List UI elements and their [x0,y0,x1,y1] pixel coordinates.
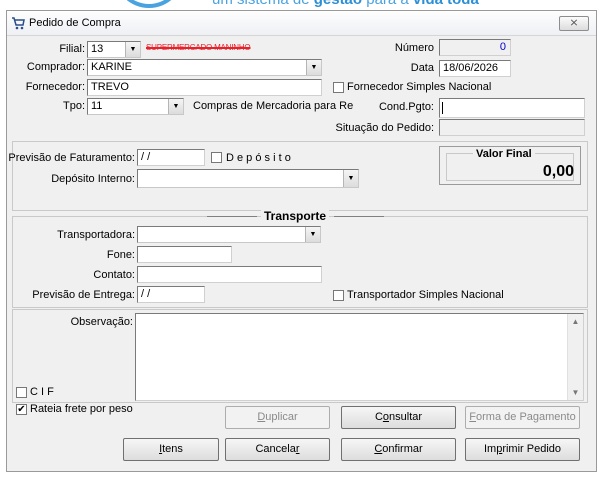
deposito-checkbox[interactable] [211,152,222,163]
title-bar: Pedido de Compra ⨯ [7,11,596,36]
transporte-rule-right [334,216,384,217]
situacao-field [439,119,585,136]
tpo-label: Tpo: [62,100,85,112]
logo-arc [114,0,184,8]
chevron-down-icon: ▼ [343,170,358,187]
previsao-faturamento-field[interactable]: / / [137,149,205,166]
close-icon: ⨯ [569,17,579,29]
filial-select[interactable]: 13 ▼ [87,41,141,58]
fone-field[interactable] [137,246,232,263]
cif-label: C I F [30,386,54,398]
deposito-interno-select[interactable]: ▼ [137,169,359,188]
fornecedor-simples-label: Fornecedor Simples Nacional [347,81,492,93]
contato-field[interactable] [137,266,322,283]
deposito-interno-label: Depósito Interno: [51,173,135,185]
cart-icon [12,17,25,30]
cif-checkbox[interactable] [16,387,27,398]
transportador-simples-checkbox[interactable] [333,290,344,301]
observacao-textarea[interactable]: ▲ ▼ [135,313,584,401]
cond-pgto-label: Cond.Pgto: [378,101,434,113]
cond-pgto-field[interactable] [439,98,585,118]
fornecedor-field[interactable]: TREVO [87,79,322,96]
itens-button[interactable]: Itens [123,438,219,461]
transportadora-label: Transportadora: [57,229,135,241]
cancelar-button[interactable]: Cancelar [225,438,330,461]
tpo-description: Compras de Mercadoria para Re [193,100,354,112]
scroll-up-icon[interactable]: ▲ [568,314,583,329]
chevron-down-icon: ▼ [168,99,183,114]
previsao-faturamento-label: Previsão de Faturamento: [8,152,135,164]
pedido-compra-window: Pedido de Compra ⨯ Filial: 13 ▼ SUPERMERC… [6,10,597,472]
observacao-label: Observação: [70,316,133,328]
tpo-select[interactable]: 11 ▼ [87,98,184,115]
contato-label: Contato: [93,269,135,281]
duplicar-button[interactable]: Duplicar [225,406,330,429]
filial-label: Filial: [59,43,85,55]
comprador-value: KARINE [91,61,132,73]
forma-pagamento-button[interactable]: Forma de Pagamento [465,406,580,429]
transportadora-select[interactable]: ▼ [137,226,321,243]
fone-label: Fone: [106,249,135,261]
fornecedor-label: Fornecedor: [25,81,85,93]
numero-field: 0 [439,39,511,56]
previsao-entrega-field[interactable]: / / [137,286,205,303]
tpo-value: 11 [91,100,103,112]
filial-name: SUPERMERCADO MANINHO [146,43,251,52]
rateia-label: Rateia frete por peso [30,403,133,415]
observacao-scrollbar[interactable]: ▲ ▼ [567,314,583,400]
deposito-label: D e p ó s i t o [226,152,291,164]
checkmark-icon: ✔ [17,404,26,415]
filial-value: 13 [91,43,104,55]
chevron-down-icon: ▼ [306,60,321,75]
valor-final-box: Valor Final 0,00 [439,146,581,185]
numero-label: Número [394,42,434,54]
close-button[interactable]: ⨯ [559,16,589,31]
transportador-simples-label: Transportador Simples Nacional [347,289,504,301]
comprador-select[interactable]: KARINE ▼ [87,59,322,76]
chevron-down-icon: ▼ [305,227,320,242]
window-title: Pedido de Compra [29,17,121,29]
fornecedor-simples-checkbox[interactable] [333,82,344,93]
valor-final-value: 0,00 [542,163,574,180]
transporte-rule-left [207,216,257,217]
scroll-down-icon[interactable]: ▼ [568,385,583,400]
previsao-entrega-label: Previsão de Entrega: [32,289,135,301]
situacao-label: Situação do Pedido: [335,122,434,134]
banner-slogan: um sistema de gestão para a vida toda [212,0,479,8]
transporte-title: Transporte [261,209,330,223]
comprador-label: Comprador: [26,61,85,73]
background-banner: um sistema de gestão para a vida toda [0,0,610,8]
rateia-checkbox[interactable]: ✔ [16,404,27,415]
data-label: Data [410,62,434,74]
consultar-button[interactable]: Consultar [341,406,456,429]
valor-final-label: Valor Final [473,148,535,160]
confirmar-button[interactable]: Confirmar [341,438,456,461]
chevron-down-icon: ▼ [125,42,140,57]
text-cursor [442,102,443,114]
imprimir-pedido-button[interactable]: Imprimir Pedido [465,438,580,461]
data-field[interactable]: 18/06/2026 [439,60,511,77]
